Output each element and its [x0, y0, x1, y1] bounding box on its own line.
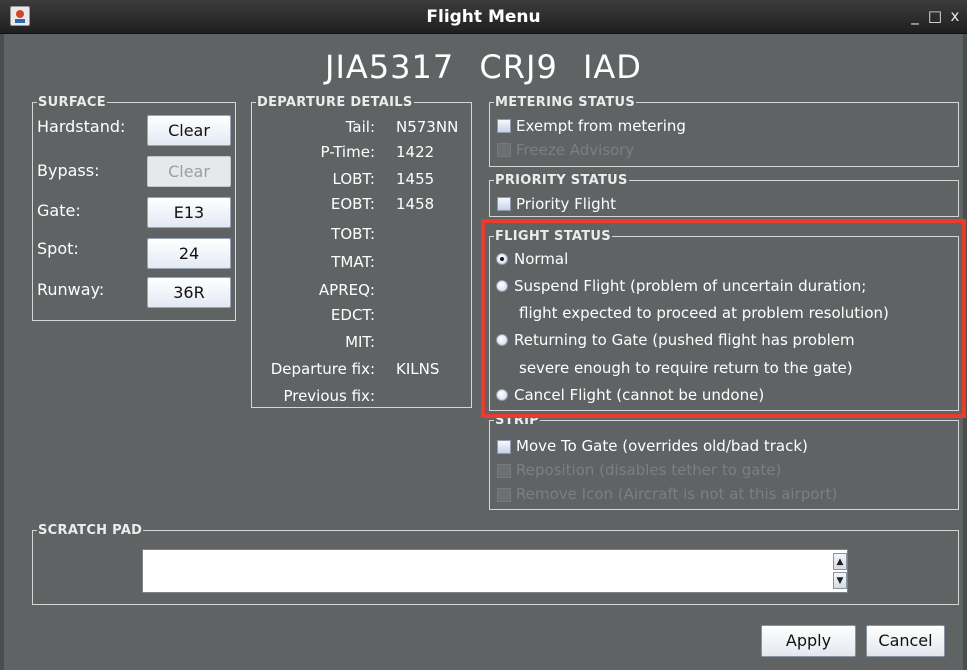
maximize-button[interactable]: □: [926, 7, 944, 25]
exempt-metering-label: Exempt from metering: [516, 117, 686, 135]
runway-label: Runway:: [37, 280, 105, 299]
move-to-gate-checkbox[interactable]: [497, 440, 511, 454]
move-to-gate-label: Move To Gate (overrides old/bad track): [516, 437, 808, 455]
surface-legend: SURFACE: [38, 95, 106, 110]
remove-icon-label: Remove Icon (Aircraft is not at this air…: [516, 485, 838, 503]
runway-button[interactable]: 36R: [147, 277, 231, 308]
aircraft-type: CRJ9: [479, 48, 558, 86]
eobt-value: 1458: [396, 195, 435, 213]
eobt-label: EOBT:: [330, 195, 375, 213]
close-button[interactable]: x: [946, 7, 964, 25]
cancel-button[interactable]: Cancel: [866, 625, 945, 657]
apreq-label: APREQ:: [318, 281, 375, 299]
freeze-advisory-label: Freeze Advisory: [516, 141, 635, 159]
reposition-label: Reposition (disables tether to gate): [516, 461, 782, 479]
priority-status-legend: PRIORITY STATUS: [495, 173, 628, 188]
priority-flight-label: Priority Flight: [516, 195, 617, 213]
mit-label: MIT:: [345, 333, 375, 351]
priority-flight-checkbox[interactable]: [497, 197, 511, 211]
bypass-label: Bypass:: [37, 161, 100, 180]
gate-button[interactable]: E13: [147, 197, 231, 228]
departure-details-legend: DEPARTURE DETAILS: [257, 95, 413, 110]
bypass-button: Clear: [147, 156, 231, 187]
remove-icon-checkbox: [497, 488, 511, 502]
spot-label: Spot:: [37, 239, 79, 258]
airport-code: IAD: [582, 48, 642, 86]
departure-fix-label: Departure fix:: [270, 360, 375, 378]
hardstand-button[interactable]: Clear: [147, 115, 231, 146]
minimize-button[interactable]: _: [906, 7, 924, 25]
lobt-label: LOBT:: [332, 170, 376, 188]
flight-header: JIA5317 CRJ9 IAD: [0, 48, 967, 86]
scratch-pad-legend: SCRATCH PAD: [38, 523, 143, 538]
tail-value: N573NN: [396, 118, 459, 136]
flight-status-highlight: [481, 219, 966, 418]
edct-label: EDCT:: [330, 306, 375, 324]
scratch-pad-textarea[interactable]: [142, 549, 848, 593]
reposition-checkbox: [497, 464, 511, 478]
p-time-value: 1422: [396, 143, 435, 161]
spot-button[interactable]: 24: [147, 238, 231, 269]
flight-callsign: JIA5317: [325, 48, 455, 86]
gate-label: Gate:: [37, 201, 81, 220]
window-border-left: [0, 34, 4, 670]
freeze-advisory-checkbox: [497, 143, 511, 157]
window-titlebar[interactable]: Flight Menu _ □ x: [0, 0, 967, 34]
p-time-label: P-Time:: [320, 143, 375, 161]
apply-button[interactable]: Apply: [761, 625, 856, 657]
scroll-down-arrow-icon[interactable]: ▼: [833, 572, 847, 589]
lobt-value: 1455: [396, 170, 435, 188]
window-title: Flight Menu: [426, 7, 541, 27]
tobt-label: TOBT:: [331, 225, 375, 243]
tail-label: Tail:: [345, 118, 375, 136]
previous-fix-label: Previous fix:: [283, 387, 375, 405]
departure-fix-value: KILNS: [396, 360, 440, 378]
scroll-up-arrow-icon[interactable]: ▲: [833, 553, 847, 570]
hardstand-label: Hardstand:: [37, 117, 126, 136]
exempt-metering-checkbox[interactable]: [497, 119, 511, 133]
metering-status-legend: METERING STATUS: [495, 95, 636, 110]
tmat-label: TMAT:: [331, 253, 375, 271]
